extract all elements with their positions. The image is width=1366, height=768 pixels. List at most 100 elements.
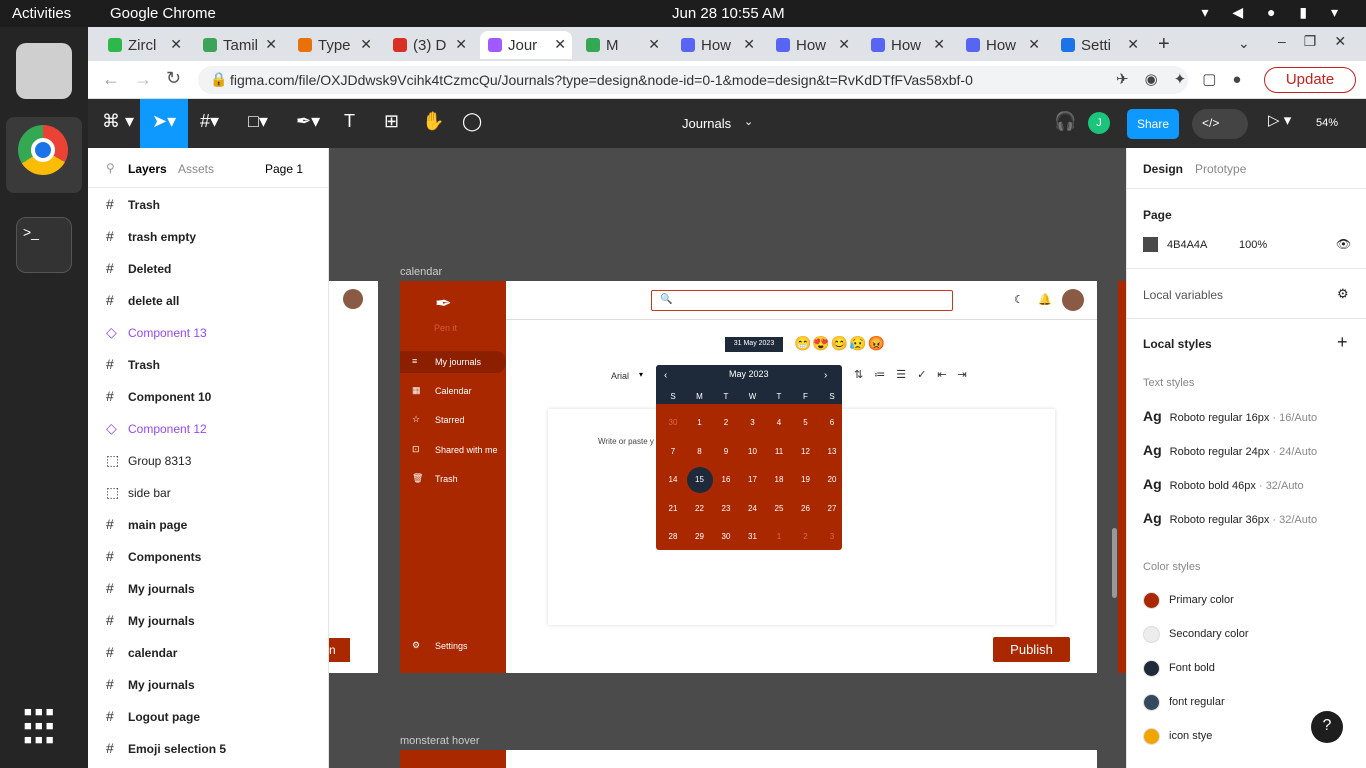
chevron-right-icon[interactable]: › <box>824 370 827 381</box>
share-button[interactable]: Share <box>1127 109 1179 139</box>
figma-menu-icon[interactable]: ⌘ ▾ <box>102 111 134 132</box>
layer-item[interactable]: # delete all <box>88 284 328 316</box>
calendar-day[interactable]: 3 <box>740 418 766 427</box>
app-grid-icon[interactable]: ■■■ ■■■ ■■■ <box>24 705 64 747</box>
forward-button[interactable]: → <box>134 69 152 90</box>
calendar-day[interactable]: 6 <box>819 418 845 427</box>
calendar-day[interactable]: 1 <box>766 532 792 541</box>
chevron-down-icon[interactable]: ⌄ <box>744 115 753 128</box>
bell-icon[interactable]: 🔔 <box>1038 293 1052 306</box>
close-icon[interactable]: ✕ <box>1127 36 1139 53</box>
calendar-day[interactable]: 9 <box>713 447 739 456</box>
tab-4-active[interactable]: Jour ✕ <box>480 31 572 59</box>
move-tool-icon[interactable]: ➤▾ <box>140 99 188 148</box>
pen-tool-icon[interactable]: ✒▾ <box>296 111 320 132</box>
app-menu[interactable]: Google Chrome <box>110 5 216 22</box>
dev-mode-toggle[interactable]: </> <box>1192 109 1248 139</box>
layer-item[interactable]: # My journals <box>88 572 328 604</box>
extension-icons[interactable]: ✈◉✦▢● <box>1116 70 1257 88</box>
resources-icon[interactable]: ⊞ <box>384 111 399 132</box>
calendar-day[interactable]: 12 <box>793 447 819 456</box>
nav-calendar[interactable]: Calendar <box>435 386 472 396</box>
new-tab-button[interactable]: + <box>1158 33 1170 56</box>
chevron-down-icon[interactable]: ⌄ <box>1238 35 1250 52</box>
eye-icon[interactable]: 👁 <box>1336 237 1351 251</box>
text-style-item[interactable]: Ag Roboto bold 46px · 32/Auto <box>1143 476 1304 492</box>
calendar-day[interactable]: 31 <box>740 532 766 541</box>
nav-shared[interactable]: Shared with me <box>435 445 498 455</box>
tab-2[interactable]: Type ✕ <box>290 31 378 59</box>
calendar-day[interactable]: 2 <box>793 532 819 541</box>
tab-prototype[interactable]: Prototype <box>1195 162 1246 176</box>
layer-item[interactable]: ⬚ Group 8313 <box>88 444 328 476</box>
calendar-day[interactable]: 1 <box>687 418 713 427</box>
format-toolbar-icons[interactable]: ⇅≔☰✓⇤⇥ <box>854 368 978 381</box>
calendar-day[interactable]: 2 <box>713 418 739 427</box>
scrollbar[interactable] <box>1112 528 1117 598</box>
canvas[interactable]: n calendar ✒ Pen it ≡ My journals ▦ Cale… <box>329 148 1126 768</box>
calendar-day[interactable]: 17 <box>740 475 766 484</box>
add-style-icon[interactable]: + <box>1337 332 1348 353</box>
publish-button[interactable]: Publish <box>993 637 1070 662</box>
calendar-day[interactable]: 19 <box>793 475 819 484</box>
nav-trash[interactable]: Trash <box>435 474 458 484</box>
reload-button[interactable]: ↻ <box>166 68 181 89</box>
system-tray-icons[interactable]: ▾ ◀ ● ▮ ▾ <box>1201 4 1348 21</box>
zoom-level[interactable]: 54% <box>1316 117 1338 129</box>
file-title[interactable]: Journals <box>682 116 731 131</box>
window-controls[interactable]: –❐✕ <box>1278 33 1364 50</box>
tab-8[interactable]: How ✕ <box>863 31 951 59</box>
avatar[interactable]: J <box>1088 112 1110 134</box>
color-style-item[interactable]: font regular <box>1143 694 1225 711</box>
tab-assets[interactable]: Assets <box>178 162 214 176</box>
present-icon[interactable]: ▷ ▾ <box>1268 111 1291 129</box>
chrome-dock-slot[interactable] <box>6 117 82 193</box>
layer-item[interactable]: # main page <box>88 508 328 540</box>
layer-item[interactable]: # Trash <box>88 188 328 220</box>
local-variables[interactable]: Local variables <box>1143 288 1223 302</box>
back-button[interactable]: ← <box>102 69 120 90</box>
activities-button[interactable]: Activities <box>12 5 71 22</box>
calendar-day[interactable]: 21 <box>660 504 686 513</box>
shape-tool-icon[interactable]: □▾ <box>248 111 268 132</box>
calendar-day[interactable]: 30 <box>713 532 739 541</box>
layer-item[interactable]: # Trash <box>88 348 328 380</box>
close-icon[interactable]: ✕ <box>360 36 372 53</box>
page-opacity[interactable]: 100% <box>1239 239 1267 251</box>
calendar-day[interactable]: 23 <box>713 504 739 513</box>
calendar-day[interactable]: 4 <box>766 418 792 427</box>
calendar-day[interactable]: 16 <box>713 475 739 484</box>
color-style-item[interactable]: icon stye <box>1143 728 1212 745</box>
layer-item[interactable]: ◇ Component 12 <box>88 412 328 444</box>
color-style-item[interactable]: Primary color <box>1143 592 1234 609</box>
layer-item[interactable]: # My journals <box>88 604 328 636</box>
text-style-item[interactable]: Ag Roboto regular 16px · 16/Auto <box>1143 408 1317 424</box>
calendar-day[interactable]: 11 <box>766 447 792 456</box>
moon-icon[interactable]: ☾ <box>1014 293 1024 306</box>
nav-settings[interactable]: Settings <box>435 641 468 651</box>
font-select[interactable]: Arial <box>611 371 629 381</box>
nav-my-journals[interactable]: My journals <box>435 357 481 367</box>
tab-5[interactable]: M ✕ <box>578 31 666 59</box>
color-style-item[interactable]: Font bold <box>1143 660 1215 677</box>
close-icon[interactable]: ✕ <box>554 36 566 53</box>
close-icon[interactable]: ✕ <box>743 36 755 53</box>
frame-tool-icon[interactable]: #▾ <box>200 111 219 132</box>
calendar-day[interactable]: 28 <box>660 532 686 541</box>
close-icon[interactable]: ✕ <box>648 36 660 53</box>
calendar-day[interactable]: 5 <box>793 418 819 427</box>
tab-9[interactable]: How ✕ <box>958 31 1046 59</box>
layer-item[interactable]: # Logout page <box>88 700 328 732</box>
left-frame-partial[interactable]: n <box>329 281 378 673</box>
layer-item[interactable]: # Emoji selection 5 <box>88 732 328 764</box>
tab-3[interactable]: (3) D ✕ <box>385 31 473 59</box>
layer-item[interactable]: # Deleted <box>88 252 328 284</box>
search-icon[interactable]: ⚲ <box>106 161 115 175</box>
calendar-day[interactable]: 22 <box>687 504 713 513</box>
calendar-day[interactable]: 18 <box>766 475 792 484</box>
page-selector[interactable]: Page 1 <box>265 162 303 176</box>
calendar-day[interactable]: 29 <box>687 532 713 541</box>
calendar-day[interactable]: 24 <box>740 504 766 513</box>
headphones-icon[interactable]: 🎧 <box>1054 111 1076 132</box>
terminal-icon[interactable]: >_ <box>16 217 72 273</box>
